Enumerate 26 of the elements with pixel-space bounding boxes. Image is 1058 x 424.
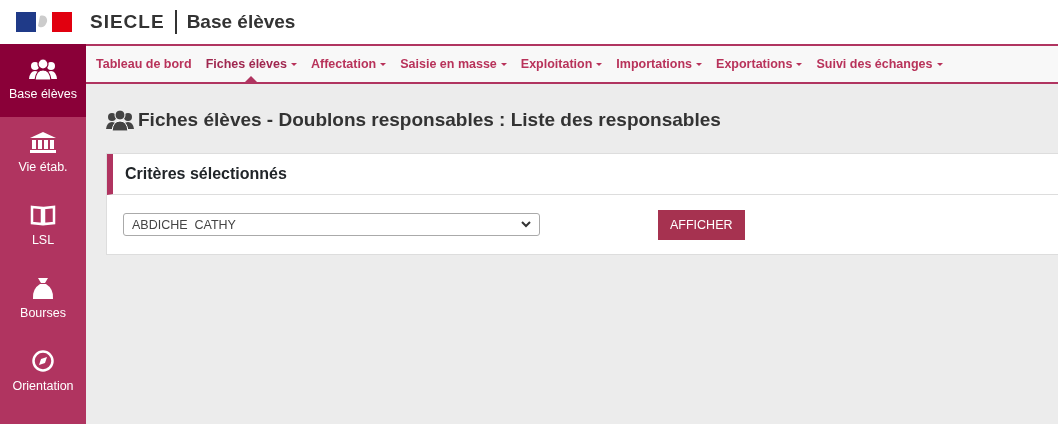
responsible-select[interactable]: ABDICHE CATHY bbox=[123, 213, 540, 237]
menu-tab[interactable]: Affectation bbox=[304, 46, 393, 82]
app-name: SIECLE bbox=[72, 10, 177, 34]
sidebar-item[interactable]: Vie étab. bbox=[0, 117, 86, 190]
menu-tab[interactable]: Exportations bbox=[710, 46, 809, 82]
building-icon bbox=[29, 130, 57, 154]
menu-tab[interactable]: Importations bbox=[610, 46, 709, 82]
chevron-down-icon bbox=[521, 221, 531, 229]
menu-tab[interactable]: Fiches élèves bbox=[199, 46, 303, 82]
book-icon bbox=[29, 203, 57, 227]
republic-logo bbox=[16, 12, 72, 32]
menu-tab[interactable]: Exploitation bbox=[514, 46, 609, 82]
sidebar-item[interactable]: Orientation bbox=[0, 336, 86, 409]
show-button[interactable]: AFFICHER bbox=[658, 209, 745, 241]
sidebar-item[interactable]: Bourses bbox=[0, 263, 86, 336]
people-icon bbox=[106, 109, 134, 132]
people-icon bbox=[29, 57, 57, 81]
compass-icon bbox=[29, 349, 57, 373]
sidebar-item[interactable]: LSL bbox=[0, 190, 86, 263]
section-title: Critères sélectionnés bbox=[107, 153, 1058, 195]
menu-tab[interactable]: Tableau de bord bbox=[90, 46, 198, 82]
page-title: Fiches élèves - Doublons responsables : Liste des responsables bbox=[138, 108, 721, 132]
menu-tab[interactable]: Suivi des échanges bbox=[810, 46, 949, 82]
menu-tab[interactable]: Saisie en masse bbox=[394, 46, 513, 82]
module-name: Base élèves bbox=[185, 9, 296, 34]
sidebar-item[interactable]: Base élèves bbox=[0, 44, 86, 117]
